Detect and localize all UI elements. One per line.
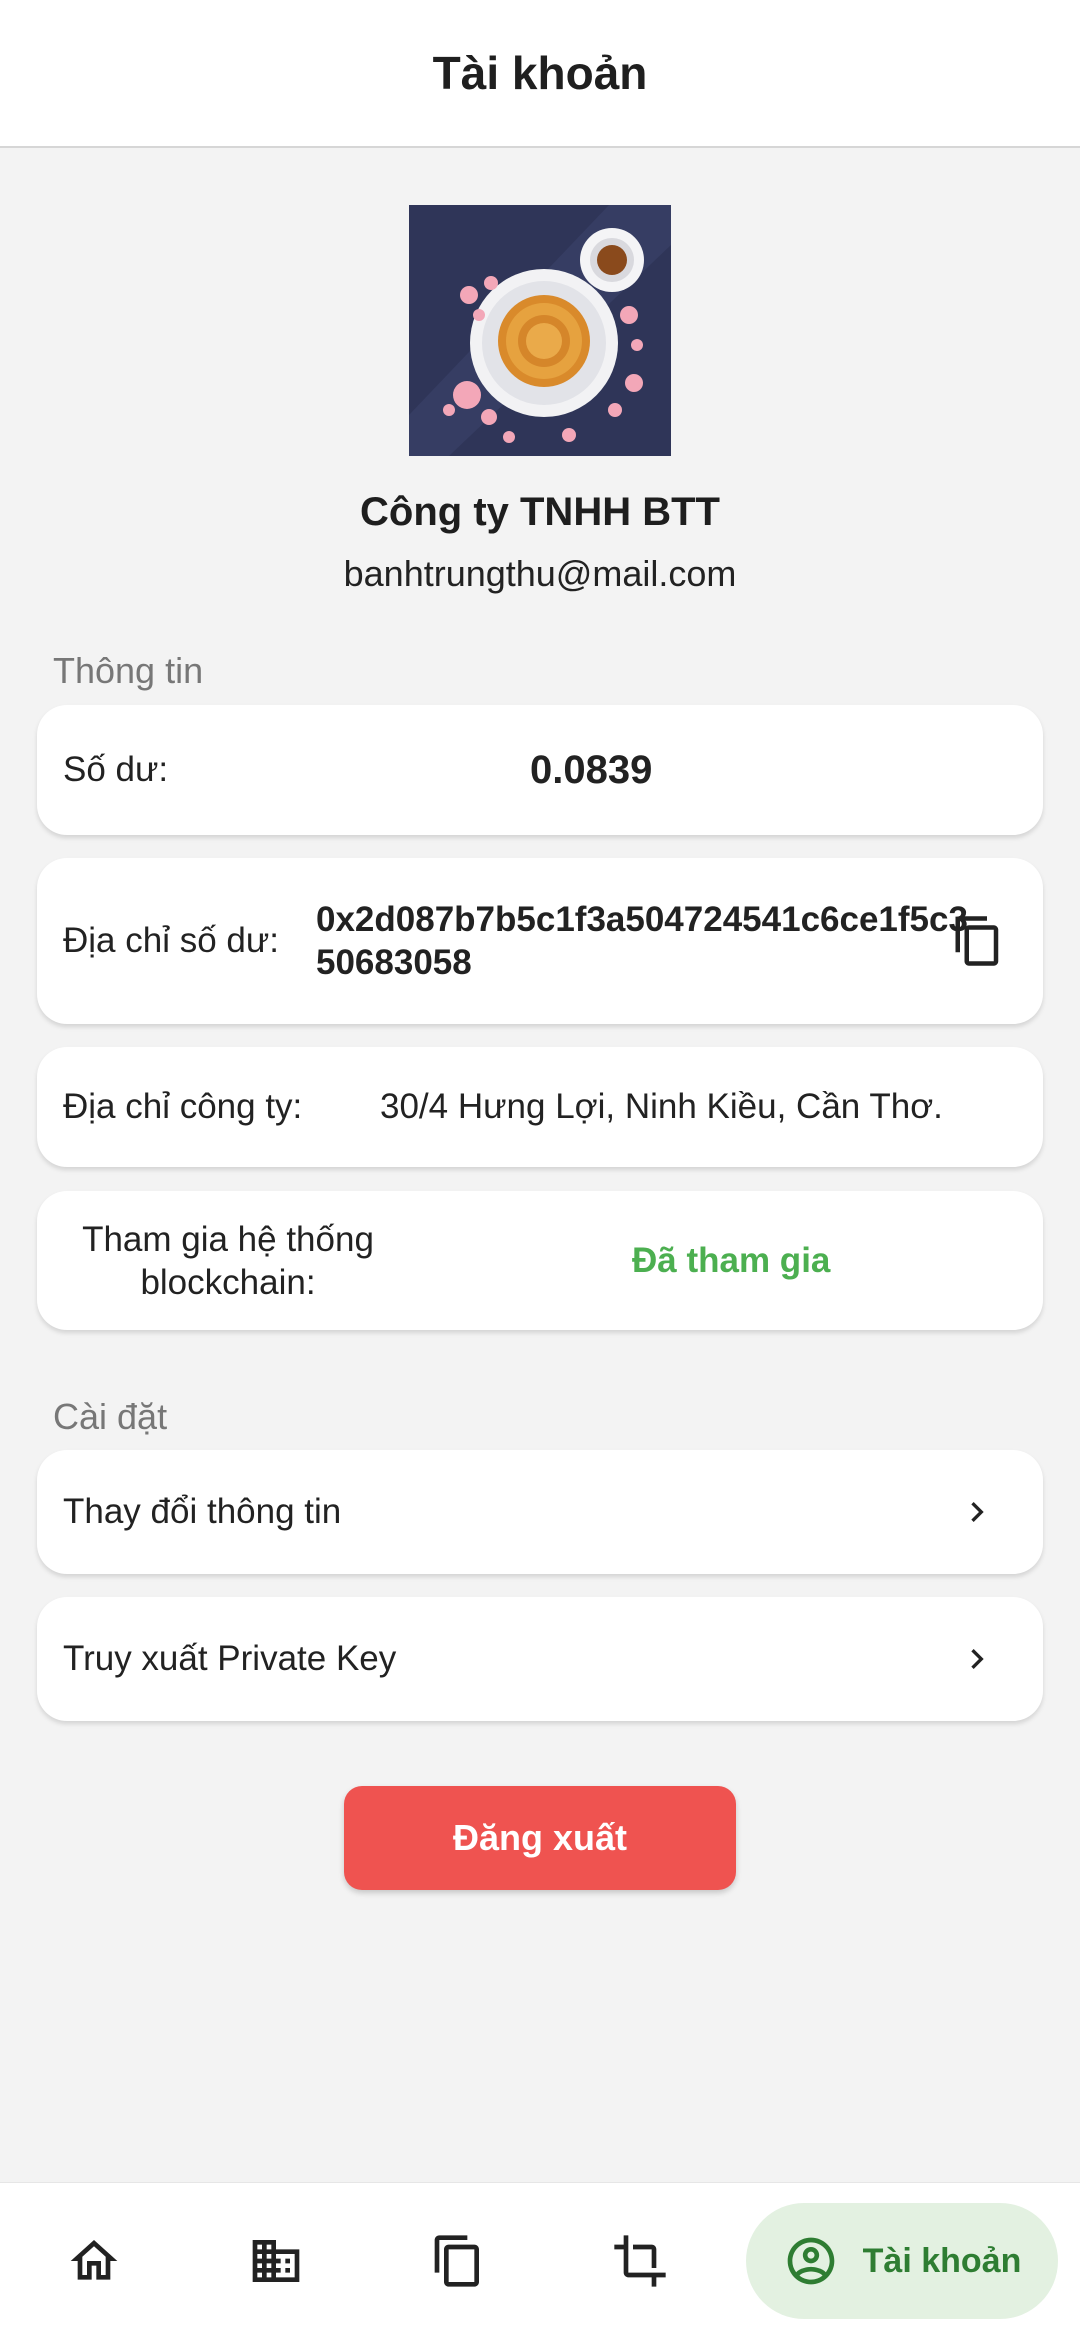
chevron-right-icon	[971, 1502, 984, 1522]
account-screen: Tài khoản Công ty TNHH BTT banhtrungthu@…	[0, 0, 1080, 2338]
company-name: Công ty TNHH BTT	[360, 490, 720, 534]
nav-account-label: Tài khoản	[862, 2241, 1022, 2280]
blockchain-label: Tham gia hệ thống blockchain:	[82, 1219, 374, 1302]
wallet-address-card: Địa chỉ số dư: 0x2d087b7b5c1f3a504724541…	[37, 858, 1043, 1024]
wallet-address-value: 0x2d087b7b5c1f3a504724541c6ce1f5c3506830…	[316, 900, 968, 982]
company-icon	[252, 2240, 300, 2282]
nav-account[interactable]: Tài khoản	[746, 2203, 1058, 2319]
blockchain-status-value: Đã tham gia	[632, 1240, 831, 1280]
change-info-label: Thay đổi thông tin	[63, 1492, 342, 1531]
export-private-key-label: Truy xuất Private Key	[63, 1639, 397, 1678]
nav-home[interactable]	[36, 2183, 152, 2338]
account-circle-icon	[787, 2237, 834, 2285]
nav-products[interactable]	[400, 2183, 516, 2338]
copy-icon[interactable]	[951, 914, 1005, 968]
wallet-address-label: Địa chỉ số dư:	[63, 921, 280, 960]
change-info-button[interactable]: Thay đổi thông tin	[37, 1450, 1043, 1574]
chevron-right-icon	[971, 1649, 984, 1669]
balance-label: Số dư:	[63, 750, 169, 789]
nav-crop[interactable]	[582, 2183, 698, 2338]
blockchain-status-card: Tham gia hệ thống blockchain: Đã tham gi…	[37, 1191, 1043, 1330]
logout-button[interactable]: Đăng xuất	[344, 1786, 736, 1890]
page-title: Tài khoản	[432, 47, 648, 99]
company-address-card: Địa chỉ công ty: 30/4 Hưng Lợi, Ninh Kiề…	[37, 1047, 1043, 1167]
nav-company[interactable]	[218, 2183, 334, 2338]
balance-card: Số dư: 0.0839	[37, 705, 1043, 835]
balance-value: 0.0839	[530, 747, 653, 792]
company-address-label: Địa chỉ công ty:	[63, 1087, 303, 1126]
export-private-key-button[interactable]: Truy xuất Private Key	[37, 1597, 1043, 1721]
copy-stack-icon	[434, 2235, 479, 2287]
company-address-value: 30/4 Hưng Lợi, Ninh Kiều, Cần Thơ.	[380, 1087, 943, 1126]
bottom-navigation: Tài khoản	[0, 2182, 1080, 2338]
company-avatar	[409, 205, 671, 456]
crop-icon	[614, 2235, 666, 2287]
info-section-label: Thông tin	[53, 650, 204, 691]
company-email: banhtrungthu@mail.com	[343, 553, 737, 594]
home-icon	[70, 2240, 118, 2280]
settings-section-label: Cài đặt	[53, 1396, 168, 1437]
app-bar: Tài khoản	[0, 0, 1080, 148]
profile-header: Công ty TNHH BTT banhtrungthu@mail.com	[0, 205, 1080, 595]
